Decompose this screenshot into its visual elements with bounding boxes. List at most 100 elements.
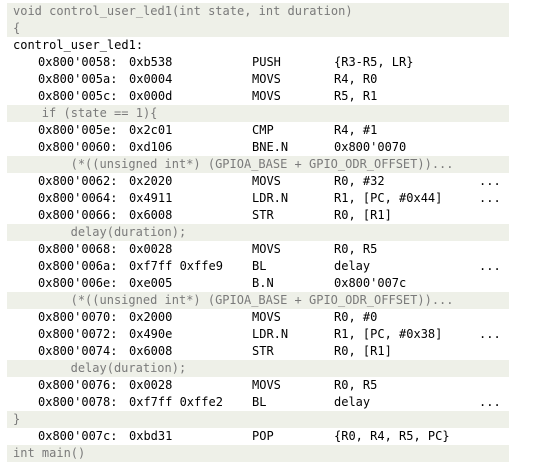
instruction-row[interactable]: 0x800'0068: 0x0028 MOVS R0, R5 — [7, 241, 509, 258]
disassembly-view[interactable]: void control_user_led1(int state, int du… — [0, 0, 545, 462]
source-text: if (state == 1){ — [41, 106, 158, 120]
comment-ellipsis: ... — [479, 259, 501, 273]
mnemonic-cell: B.N — [252, 276, 274, 290]
source-text: (*((unsigned int*) (GPIOA_BASE + GPIO_OD… — [70, 293, 454, 307]
operands-cell: delay — [334, 259, 371, 273]
source-text: int main() — [13, 446, 86, 460]
instruction-row[interactable]: 0x800'0060: 0xd106 BNE.N 0x800'0070 — [7, 139, 509, 156]
operands-cell: {R3-R5, LR} — [334, 55, 414, 69]
address-cell: 0x800'0058: — [38, 55, 118, 69]
instruction-row[interactable]: 0x800'007c: 0xbd31 POP {R0, R4, R5, PC} — [7, 428, 509, 445]
mnemonic-cell: BL — [252, 259, 267, 273]
instruction-row[interactable]: 0x800'005a: 0x0004 MOVS R4, R0 — [7, 71, 509, 88]
opcode-cell: 0xf7ff 0xffe2 — [129, 395, 223, 409]
address-cell: 0x800'0068: — [38, 242, 118, 256]
opcode-cell: 0xbd31 — [129, 429, 173, 443]
source-text: delay(duration); — [70, 361, 187, 375]
operands-cell: R0, R5 — [334, 242, 378, 256]
address-cell: 0x800'0060: — [38, 140, 118, 154]
opcode-cell: 0x000d — [129, 89, 173, 103]
source-text: { — [13, 21, 21, 35]
comment-ellipsis: ... — [479, 395, 501, 409]
operands-cell: R4, R0 — [334, 72, 378, 86]
source-text: delay(duration); — [70, 225, 187, 239]
operands-cell: R0, #0 — [334, 310, 378, 324]
opcode-cell: 0x6008 — [129, 344, 173, 358]
source-line[interactable]: delay(duration); — [7, 224, 509, 241]
instruction-row[interactable]: 0x800'0070: 0x2000 MOVS R0, #0 — [7, 309, 509, 326]
mnemonic-cell: STR — [252, 208, 274, 222]
instruction-row[interactable]: 0x800'0076: 0x0028 MOVS R0, R5 — [7, 377, 509, 394]
address-cell: 0x800'005a: — [38, 72, 118, 86]
operands-cell: R1, [PC, #0x44] — [334, 191, 443, 205]
address-cell: 0x800'0064: — [38, 191, 118, 205]
opcode-cell: 0x2020 — [129, 174, 173, 188]
instruction-row[interactable]: 0x800'0066: 0x6008 STR R0, [R1] — [7, 207, 509, 224]
comment-ellipsis: ... — [479, 174, 501, 188]
instruction-row[interactable]: 0x800'005e: 0x2c01 CMP R4, #1 — [7, 122, 509, 139]
opcode-cell: 0xf7ff 0xffe9 — [129, 259, 223, 273]
operands-cell: R0, R5 — [334, 378, 378, 392]
operands-cell: delay — [334, 395, 371, 409]
opcode-cell: 0xd106 — [129, 140, 173, 154]
label-text: control_user_led1: — [13, 38, 144, 52]
address-cell: 0x800'0078: — [38, 395, 118, 409]
mnemonic-cell: STR — [252, 344, 274, 358]
opcode-cell: 0xb538 — [129, 55, 173, 69]
mnemonic-cell: MOVS — [252, 89, 281, 103]
address-cell: 0x800'007c: — [38, 429, 118, 443]
operands-cell: R1, [PC, #0x38] — [334, 327, 443, 341]
operands-cell: R0, [R1] — [334, 208, 392, 222]
instruction-row[interactable]: 0x800'005c: 0x000d MOVS R5, R1 — [7, 88, 509, 105]
source-line[interactable]: int main() — [7, 445, 509, 462]
source-line[interactable]: { — [7, 20, 509, 37]
opcode-cell: 0x0028 — [129, 242, 173, 256]
source-line[interactable]: (*((unsigned int*) (GPIOA_BASE + GPIO_OD… — [7, 156, 509, 173]
source-line[interactable]: delay(duration); — [7, 360, 509, 377]
source-line[interactable]: if (state == 1){ — [7, 105, 509, 122]
address-cell: 0x800'0076: — [38, 378, 118, 392]
mnemonic-cell: CMP — [252, 123, 274, 137]
opcode-cell: 0x2000 — [129, 310, 173, 324]
comment-ellipsis: ... — [479, 191, 501, 205]
source-line[interactable]: (*((unsigned int*) (GPIOA_BASE + GPIO_OD… — [7, 292, 509, 309]
operands-cell: {R0, R4, R5, PC} — [334, 429, 450, 443]
instruction-row[interactable]: 0x800'006e: 0xe005 B.N 0x800'007c — [7, 275, 509, 292]
operands-cell: R5, R1 — [334, 89, 378, 103]
opcode-cell: 0x0004 — [129, 72, 173, 86]
instruction-row[interactable]: 0x800'006a: 0xf7ff 0xffe9 BL delay... — [7, 258, 509, 275]
instruction-row[interactable]: 0x800'0072: 0x490e LDR.N R1, [PC, #0x38]... — [7, 326, 509, 343]
address-cell: 0x800'006e: — [38, 276, 118, 290]
opcode-cell: 0x490e — [129, 327, 173, 341]
function-label[interactable]: control_user_led1: — [7, 37, 509, 54]
instruction-row[interactable]: 0x800'0062: 0x2020 MOVS R0, #32... — [7, 173, 509, 190]
source-text: } — [13, 412, 21, 426]
address-cell: 0x800'005e: — [38, 123, 118, 137]
opcode-cell: 0x6008 — [129, 208, 173, 222]
instruction-row[interactable]: 0x800'0064: 0x4911 LDR.N R1, [PC, #0x44]... — [7, 190, 509, 207]
address-cell: 0x800'0074: — [38, 344, 118, 358]
instruction-row[interactable]: 0x800'0058: 0xb538 PUSH {R3-R5, LR} — [7, 54, 509, 71]
address-cell: 0x800'0066: — [38, 208, 118, 222]
source-text: void control_user_led1(int state, int du… — [13, 4, 353, 18]
mnemonic-cell: MOVS — [252, 72, 281, 86]
address-cell: 0x800'006a: — [38, 259, 118, 273]
comment-ellipsis: ... — [479, 327, 501, 341]
operands-cell: R0, [R1] — [334, 344, 392, 358]
address-cell: 0x800'0070: — [38, 310, 118, 324]
mnemonic-cell: MOVS — [252, 310, 281, 324]
opcode-cell: 0x4911 — [129, 191, 173, 205]
operands-cell: 0x800'007c — [334, 276, 407, 290]
source-line[interactable]: } — [7, 411, 509, 428]
mnemonic-cell: MOVS — [252, 174, 281, 188]
instruction-row[interactable]: 0x800'0078: 0xf7ff 0xffe2 BL delay... — [7, 394, 509, 411]
source-line[interactable]: void control_user_led1(int state, int du… — [7, 3, 509, 20]
instruction-row[interactable]: 0x800'0074: 0x6008 STR R0, [R1] — [7, 343, 509, 360]
operands-cell: 0x800'0070 — [334, 140, 407, 154]
opcode-cell: 0x0028 — [129, 378, 173, 392]
operands-cell: R4, #1 — [334, 123, 378, 137]
mnemonic-cell: PUSH — [252, 55, 281, 69]
mnemonic-cell: BNE.N — [252, 140, 289, 154]
opcode-cell: 0xe005 — [129, 276, 173, 290]
address-cell: 0x800'0062: — [38, 174, 118, 188]
